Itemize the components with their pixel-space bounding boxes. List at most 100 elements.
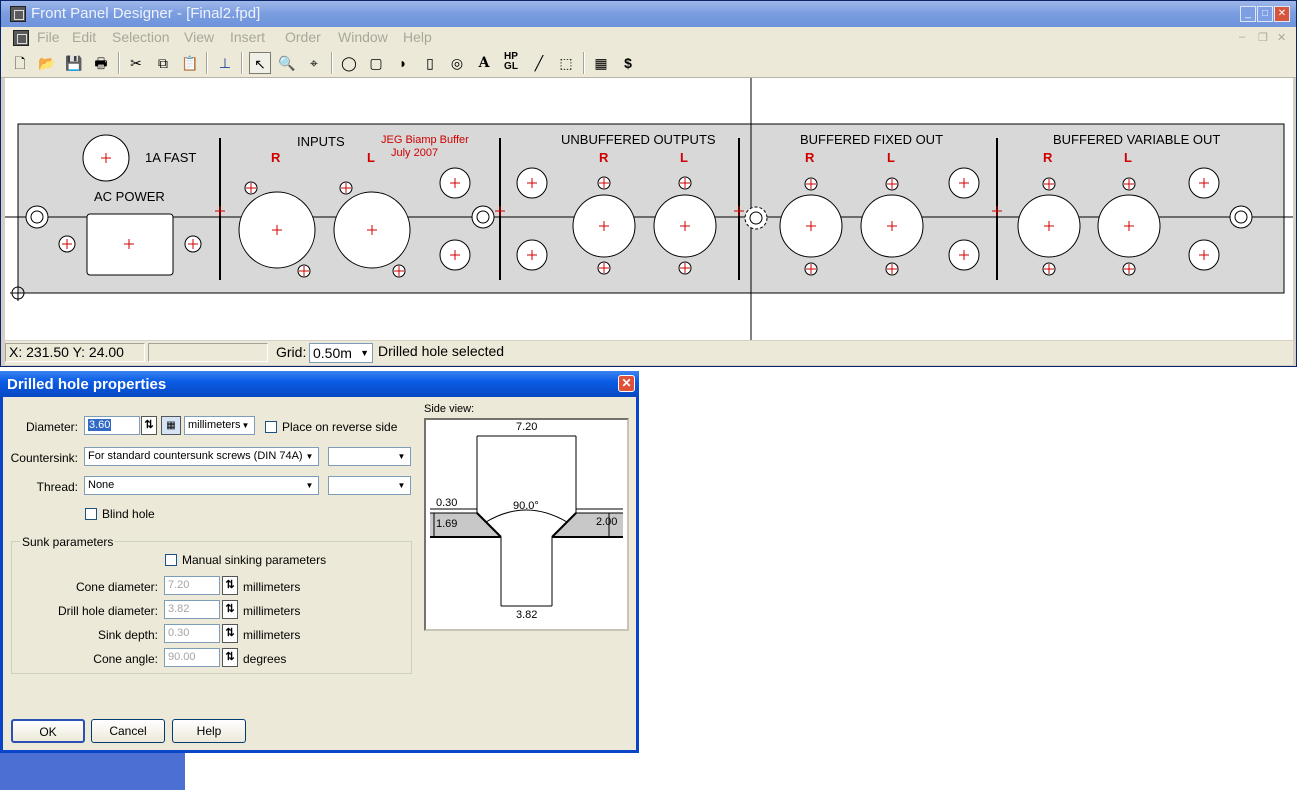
- document-icon[interactable]: [13, 30, 29, 46]
- hpgl-icon[interactable]: HP GL: [500, 52, 522, 74]
- bolt-icon[interactable]: ⬚: [555, 52, 577, 74]
- print-icon[interactable]: 🖶: [90, 52, 112, 74]
- units-select[interactable]: millimeters ▼: [184, 416, 255, 435]
- panel-icon[interactable]: ⊥: [214, 52, 236, 74]
- thread-select[interactable]: None ▼: [84, 476, 319, 495]
- menu-edit[interactable]: Edit: [72, 29, 96, 45]
- copy-icon[interactable]: ⧉: [152, 52, 174, 74]
- minimize-icon[interactable]: _: [1240, 6, 1256, 22]
- small-hole[interactable]: [184, 235, 202, 253]
- grid-select[interactable]: 0.50m ▼: [309, 343, 373, 363]
- app-icon[interactable]: [10, 6, 26, 22]
- xlr-screw-hole[interactable]: [678, 261, 692, 275]
- menu-view[interactable]: View: [184, 29, 214, 45]
- xlr-screw-hole[interactable]: [1042, 177, 1056, 191]
- front-panel[interactable]: [17, 123, 1285, 294]
- small-hole[interactable]: [439, 167, 471, 199]
- close-icon[interactable]: ✕: [1274, 6, 1290, 22]
- xlr-screw-hole[interactable]: [597, 261, 611, 275]
- xlr-hole[interactable]: [860, 194, 924, 258]
- maximize-icon[interactable]: □: [1257, 6, 1273, 22]
- xlr-hole[interactable]: [779, 194, 843, 258]
- manual-sinking-checkbox[interactable]: [165, 554, 177, 566]
- countersink-icon[interactable]: ◎: [446, 52, 468, 74]
- reverse-side-checkbox[interactable]: [265, 421, 277, 433]
- cut-icon[interactable]: ✂: [125, 52, 147, 74]
- cone-angle-stepper[interactable]: ⇅: [222, 648, 238, 667]
- xlr-screw-hole[interactable]: [885, 262, 899, 276]
- diameter-input[interactable]: 3.60: [84, 416, 140, 435]
- line-icon[interactable]: ╱: [528, 52, 550, 74]
- diameter-stepper[interactable]: ⇅: [141, 416, 157, 435]
- xlr-hole[interactable]: [653, 194, 717, 258]
- countersink-select[interactable]: For standard countersunk screws (DIN 74A…: [84, 447, 319, 466]
- cancel-button[interactable]: Cancel: [91, 719, 165, 743]
- small-hole[interactable]: [439, 239, 471, 271]
- xlr-screw-hole[interactable]: [244, 181, 258, 195]
- menu-selection[interactable]: Selection: [112, 29, 170, 45]
- title-bar[interactable]: Front Panel Designer - [Final2.fpd] _ □ …: [1, 1, 1296, 27]
- grid-icon[interactable]: ▦: [590, 52, 612, 74]
- small-hole[interactable]: [948, 167, 980, 199]
- countersink-size-select[interactable]: ▼: [328, 447, 411, 466]
- drilled-hole-icon[interactable]: ◯: [338, 52, 360, 74]
- xlr-screw-hole[interactable]: [297, 264, 311, 278]
- xlr-screw-hole[interactable]: [1122, 177, 1136, 191]
- dialog-title-bar[interactable]: Drilled hole properties ✕: [0, 371, 639, 397]
- sink-depth-stepper[interactable]: ⇅: [222, 624, 238, 643]
- help-button[interactable]: Help: [172, 719, 246, 743]
- xlr-screw-hole[interactable]: [1122, 262, 1136, 276]
- mount-hole[interactable]: [1229, 205, 1253, 229]
- xlr-screw-hole[interactable]: [339, 181, 353, 195]
- drill-diameter-input[interactable]: 3.82: [164, 600, 220, 619]
- small-hole[interactable]: [1188, 167, 1220, 199]
- xlr-hole[interactable]: [333, 191, 411, 269]
- xlr-screw-hole[interactable]: [392, 264, 406, 278]
- small-hole[interactable]: [948, 239, 980, 271]
- drawing-canvas[interactable]: 1A FAST AC POWER INPUTS JEG Biamp Buffer…: [5, 78, 1293, 340]
- menu-help[interactable]: Help: [403, 29, 432, 45]
- mount-hole[interactable]: [471, 205, 495, 229]
- xlr-hole[interactable]: [238, 191, 316, 269]
- calculator-icon[interactable]: ▦: [161, 416, 181, 435]
- xlr-screw-hole[interactable]: [804, 262, 818, 276]
- cone-diameter-stepper[interactable]: ⇅: [222, 576, 238, 595]
- mount-hole-selected[interactable]: [744, 206, 768, 230]
- cone-diameter-input[interactable]: 7.20: [164, 576, 220, 595]
- blind-hole-checkbox[interactable]: [85, 508, 97, 520]
- double-d-icon[interactable]: ▯: [419, 52, 441, 74]
- thread-size-select[interactable]: ▼: [328, 476, 411, 495]
- mdi-restore-icon[interactable]: ❐: [1258, 31, 1268, 44]
- save-icon[interactable]: 💾: [63, 52, 85, 74]
- pointer-icon[interactable]: ↖: [249, 52, 271, 74]
- text-icon[interactable]: A: [473, 52, 495, 74]
- menu-file[interactable]: File: [37, 29, 60, 45]
- ok-button[interactable]: OK: [11, 719, 85, 743]
- rect-cutout-icon[interactable]: ▢: [365, 52, 387, 74]
- menu-window[interactable]: Window: [338, 29, 388, 45]
- cone-angle-input[interactable]: 90.00: [164, 648, 220, 667]
- paste-icon[interactable]: 📋: [179, 52, 201, 74]
- fuse-hole[interactable]: [82, 134, 130, 182]
- mdi-close-icon[interactable]: ✕: [1277, 31, 1286, 44]
- zoom-icon[interactable]: 🔍: [276, 52, 298, 74]
- mount-hole[interactable]: [25, 205, 49, 229]
- dialog-close-icon[interactable]: ✕: [618, 375, 635, 392]
- small-hole[interactable]: [516, 239, 548, 271]
- open-folder-icon[interactable]: 📂: [36, 52, 58, 74]
- xlr-screw-hole[interactable]: [885, 177, 899, 191]
- xlr-hole[interactable]: [1097, 194, 1161, 258]
- small-hole[interactable]: [516, 167, 548, 199]
- new-file-icon[interactable]: 🗋: [9, 52, 31, 74]
- sink-depth-input[interactable]: 0.30: [164, 624, 220, 643]
- menu-insert[interactable]: Insert: [230, 29, 265, 45]
- xlr-screw-hole[interactable]: [597, 176, 611, 190]
- d-cutout-icon[interactable]: ◗: [392, 52, 414, 74]
- price-icon[interactable]: $: [617, 52, 639, 74]
- xlr-screw-hole[interactable]: [804, 177, 818, 191]
- xlr-hole[interactable]: [1017, 194, 1081, 258]
- crosshair-icon[interactable]: ⌖: [303, 52, 325, 74]
- xlr-screw-hole[interactable]: [1042, 262, 1056, 276]
- small-hole[interactable]: [58, 235, 76, 253]
- xlr-hole[interactable]: [572, 194, 636, 258]
